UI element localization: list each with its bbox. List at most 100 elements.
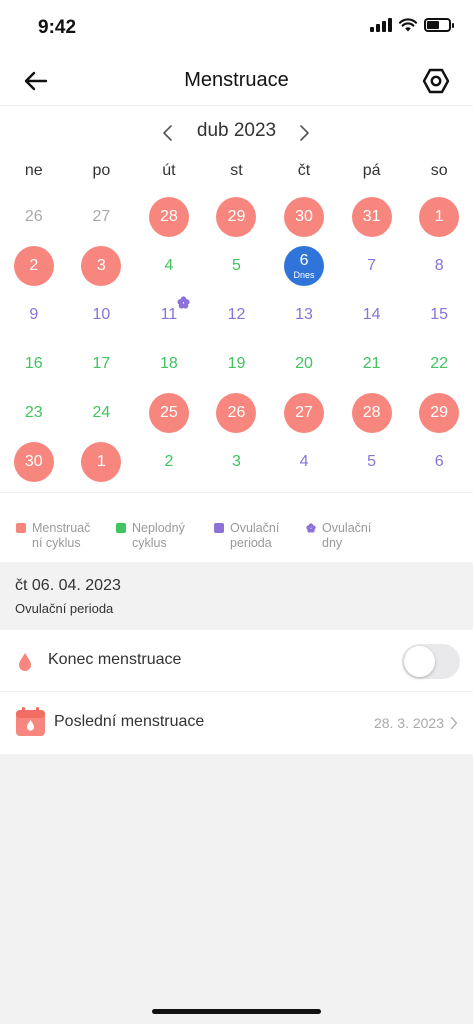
calendar-day[interactable]: 19 bbox=[203, 339, 271, 388]
day-number: 10 bbox=[92, 305, 111, 323]
day-number: 5 bbox=[232, 256, 241, 274]
day-number: 14 bbox=[362, 305, 381, 323]
day-circle: 16 bbox=[14, 344, 54, 384]
calendar-day[interactable]: 23 bbox=[0, 388, 68, 437]
calendar-day[interactable]: 26 bbox=[203, 388, 271, 437]
day-number: 17 bbox=[92, 354, 111, 372]
day-number: 26 bbox=[227, 403, 246, 421]
calendar-day[interactable]: 18 bbox=[135, 339, 203, 388]
legend-swatch bbox=[214, 523, 224, 533]
calendar-day[interactable]: 7 bbox=[338, 241, 406, 290]
calendar-day[interactable]: 29 bbox=[203, 192, 271, 241]
legend-label: Menstruač ní cyklus bbox=[32, 521, 91, 550]
calendar-day[interactable]: 17 bbox=[68, 339, 136, 388]
calendar-day[interactable]: 9 bbox=[0, 290, 68, 339]
day-number: 9 bbox=[29, 305, 39, 323]
status-icons bbox=[370, 18, 454, 32]
day-circle: 22 bbox=[419, 344, 459, 384]
day-number: 30 bbox=[24, 452, 43, 470]
calendar-week: 16 17 18 19 20 21 22 bbox=[0, 339, 473, 388]
signal-icon bbox=[370, 18, 392, 32]
legend-item-menses: Menstruač ní cyklus bbox=[16, 521, 104, 551]
day-number: 19 bbox=[227, 354, 246, 372]
day-number: 27 bbox=[92, 207, 111, 225]
day-circle: 29 bbox=[419, 392, 460, 433]
day-circle: 15 bbox=[419, 295, 459, 335]
hexagon-settings-icon[interactable] bbox=[421, 66, 451, 96]
calendar-day[interactable]: 29 bbox=[405, 388, 473, 437]
calendar-day[interactable]: 3 bbox=[203, 437, 271, 486]
calendar-day[interactable]: 21 bbox=[338, 339, 406, 388]
flower-icon bbox=[306, 523, 316, 533]
end-of-menses-row: Konec menstruace bbox=[0, 630, 473, 692]
calendar-day[interactable]: 6 bbox=[405, 437, 473, 486]
day-circle: 5 bbox=[216, 246, 256, 286]
calendar-day[interactable]: 4 bbox=[270, 437, 338, 486]
day-number: 1 bbox=[96, 452, 106, 470]
calendar-day[interactable]: 12 bbox=[203, 290, 271, 339]
day-circle: 1 bbox=[81, 441, 122, 482]
calendar-day[interactable]: 5 bbox=[338, 437, 406, 486]
day-circle: 27 bbox=[81, 197, 121, 237]
calendar-day[interactable]: 13 bbox=[270, 290, 338, 339]
calendar-day[interactable]: 28 bbox=[135, 192, 203, 241]
calendar-day[interactable]: 25 bbox=[135, 388, 203, 437]
day-number: 29 bbox=[227, 207, 246, 225]
calendar-day[interactable]: 1 bbox=[405, 192, 473, 241]
calendar-day[interactable]: 31 bbox=[338, 192, 406, 241]
day-number: 24 bbox=[92, 403, 111, 421]
calendar-day[interactable]: 16 bbox=[0, 339, 68, 388]
day-circle: 24 bbox=[81, 393, 121, 433]
day-circle: 26 bbox=[216, 392, 257, 433]
calendar-day[interactable]: 2 bbox=[0, 241, 68, 290]
weekday-label: út bbox=[162, 162, 176, 179]
chevron-right-icon bbox=[450, 716, 458, 730]
day-circle: 5 bbox=[352, 442, 392, 482]
calendar-day[interactable]: 1 bbox=[68, 437, 136, 486]
calendar-day[interactable]: 6 Dnes bbox=[270, 241, 338, 290]
calendar-day[interactable]: 22 bbox=[405, 339, 473, 388]
calendar-day[interactable]: 26 bbox=[0, 192, 68, 241]
day-number: 2 bbox=[164, 452, 174, 470]
day-number: 28 bbox=[160, 207, 178, 225]
calendar-day[interactable]: 11 bbox=[135, 290, 203, 339]
legend-label: Ovulační perioda bbox=[230, 521, 280, 550]
calendar-day[interactable]: 30 bbox=[0, 437, 68, 486]
calendar-grid: 26 27 28 29 30 31 1 2 3 4 5 6 Dnes 7 8 9 10 11 12 13 14 15 16 1… bbox=[0, 192, 473, 486]
calendar-day[interactable]: 15 bbox=[405, 290, 473, 339]
calendar-day[interactable]: 27 bbox=[270, 388, 338, 437]
status-bar: 9:42 bbox=[0, 0, 473, 56]
calendar-week: 2 3 4 5 6 Dnes 7 8 bbox=[0, 241, 473, 290]
day-number: 8 bbox=[434, 256, 444, 274]
last-menses-row[interactable]: Poslední menstruace 28. 3. 2023 bbox=[0, 692, 473, 754]
legend-item-infertile: Neplodný cyklus bbox=[116, 521, 204, 551]
day-circle: 6 bbox=[419, 442, 459, 482]
day-circle: 4 bbox=[284, 442, 324, 482]
day-number: 5 bbox=[367, 452, 377, 470]
calendar-day[interactable]: 24 bbox=[68, 388, 136, 437]
legend-swatch bbox=[116, 523, 126, 533]
weekday-label: ne bbox=[24, 162, 43, 179]
month-navigation: dub 2023 bbox=[0, 120, 473, 146]
day-number: 12 bbox=[227, 305, 246, 323]
day-number: 13 bbox=[295, 305, 313, 323]
calendar-day[interactable]: 4 bbox=[135, 241, 203, 290]
end-of-menses-toggle[interactable] bbox=[402, 644, 460, 679]
month-label: dub 2023 bbox=[196, 120, 277, 141]
calendar-day[interactable]: 8 bbox=[405, 241, 473, 290]
calendar-day[interactable]: 28 bbox=[338, 388, 406, 437]
calendar-day[interactable]: 27 bbox=[68, 192, 136, 241]
calendar-day[interactable]: 5 bbox=[203, 241, 271, 290]
home-indicator bbox=[152, 1009, 321, 1014]
chevron-left-icon[interactable] bbox=[160, 123, 176, 143]
chevron-right-icon[interactable] bbox=[296, 123, 312, 143]
calendar-day[interactable]: 14 bbox=[338, 290, 406, 339]
calendar-day[interactable]: 2 bbox=[135, 437, 203, 486]
calendar: dub 2023 ne po út st čt pá so 26 27 28 29 30… bbox=[0, 106, 473, 492]
day-circle: 3 bbox=[216, 442, 256, 482]
calendar-day[interactable]: 30 bbox=[270, 192, 338, 241]
day-number: 7 bbox=[367, 256, 377, 274]
calendar-day[interactable]: 10 bbox=[68, 290, 136, 339]
calendar-day[interactable]: 20 bbox=[270, 339, 338, 388]
calendar-day[interactable]: 3 bbox=[68, 241, 136, 290]
